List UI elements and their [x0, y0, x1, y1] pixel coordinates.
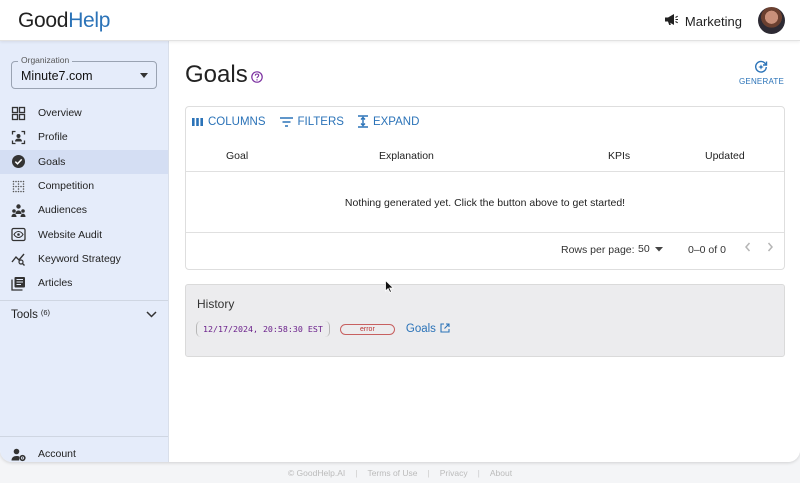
trend-icon: [11, 251, 26, 267]
sidebar: Organization Minute7.com Overview Profil…: [0, 41, 169, 462]
workspace-selector[interactable]: Marketing: [664, 13, 742, 29]
tools-label: Tools: [11, 309, 38, 321]
generate-icon: [755, 60, 768, 73]
help-icon[interactable]: [250, 62, 263, 90]
sidebar-tools-toggle[interactable]: Tools (6): [11, 307, 157, 321]
footer-link-about[interactable]: About: [490, 468, 512, 478]
table-toolbar: COLUMNS FILTERS EXPAND: [192, 115, 419, 128]
profile-icon: [11, 130, 26, 145]
generate-button[interactable]: GENERATE: [739, 60, 785, 86]
next-page-button[interactable]: [765, 241, 775, 256]
rows-per-page-label: Rows per page:: [561, 244, 635, 256]
sidebar-item-articles[interactable]: Articles: [0, 271, 168, 295]
organization-label: Organization: [18, 55, 73, 65]
articles-icon: [11, 276, 26, 291]
grid-icon: [11, 106, 26, 121]
previous-page-button[interactable]: [743, 241, 753, 256]
columns-icon: [192, 117, 203, 127]
dots-grid-icon: [11, 179, 26, 194]
history-title: History: [197, 297, 235, 311]
chevron-down-icon: [146, 309, 157, 321]
account-label: Account: [38, 448, 76, 461]
column-header-goal[interactable]: Goal: [226, 150, 248, 162]
sidebar-item-label: Keyword Strategy: [38, 252, 121, 265]
dropdown-caret-icon: [140, 73, 148, 78]
sidebar-item-label: Overview: [38, 107, 82, 120]
expand-button[interactable]: EXPAND: [357, 115, 420, 128]
main-content: Goals GENERATE COLUMNS FILTERS EXPAND Go…: [170, 41, 800, 462]
sidebar-nav: Overview Profile Goals Competition Audie…: [0, 101, 168, 295]
footer-copyright: © GoodHelp.AI: [287, 467, 346, 478]
footer: © GoodHelp.AI | Terms of Use | Privacy |…: [0, 462, 800, 483]
filters-button[interactable]: FILTERS: [279, 115, 344, 128]
chevron-left-icon: [745, 242, 751, 252]
goals-table: COLUMNS FILTERS EXPAND Goal Explanation …: [185, 106, 785, 270]
organization-value: Minute7.com: [21, 69, 93, 83]
footer-divider: |: [427, 467, 430, 478]
history-goals-link[interactable]: Goals: [405, 322, 450, 336]
sidebar-item-label: Articles: [38, 277, 73, 290]
pagination-range: 0–0 of 0: [688, 244, 726, 256]
table-header: Goal Explanation KPIs Updated: [186, 140, 784, 172]
sidebar-item-profile[interactable]: Profile: [0, 125, 168, 149]
history-timestamp: 12/17/2024, 20:58:30 EST: [196, 321, 330, 337]
history-entry: 12/17/2024, 20:58:30 EST error Goals: [196, 321, 450, 337]
sidebar-divider: [0, 300, 168, 301]
sidebar-item-competition[interactable]: Competition: [0, 174, 168, 198]
sidebar-item-audiences[interactable]: Audiences: [0, 198, 168, 222]
top-bar: GoodHelp Marketing: [0, 0, 800, 41]
account-row[interactable]: Account: [0, 442, 168, 462]
mouse-cursor-icon: [385, 279, 395, 298]
columns-label: COLUMNS: [208, 115, 266, 128]
sidebar-item-label: Profile: [38, 131, 68, 144]
footer-link-terms[interactable]: Terms of Use: [367, 468, 417, 478]
history-link-label: Goals: [405, 323, 436, 335]
footer-divider: |: [355, 467, 358, 478]
page-title: Goals: [185, 61, 263, 90]
account-settings-icon: [11, 447, 26, 462]
external-link-icon: [440, 322, 450, 336]
rows-per-page-value: 50: [638, 243, 650, 255]
user-avatar[interactable]: [758, 7, 785, 34]
sidebar-item-label: Website Audit: [38, 228, 103, 241]
eye-icon: [11, 227, 26, 242]
footer-divider: |: [477, 467, 480, 478]
sidebar-divider: [0, 436, 168, 437]
status-badge: error: [339, 323, 395, 335]
filters-label: FILTERS: [297, 115, 344, 128]
sidebar-item-goals[interactable]: Goals: [0, 149, 168, 174]
rows-per-page-select[interactable]: 50: [638, 243, 663, 255]
sidebar-item-label: Audiences: [38, 204, 88, 217]
tools-count: (6): [40, 307, 51, 317]
chevron-right-icon: [767, 242, 773, 252]
app-window: GoodHelp Marketing Organization Minute7.…: [0, 0, 800, 462]
page-title-text: Goals: [185, 61, 248, 88]
columns-button[interactable]: COLUMNS: [192, 115, 266, 128]
organization-select[interactable]: Organization Minute7.com: [11, 55, 157, 89]
filter-icon: [279, 116, 293, 127]
caret-down-icon: [654, 243, 663, 255]
check-circle-icon: [11, 154, 26, 169]
workspace-label: Marketing: [684, 13, 742, 29]
audiences-icon: [11, 203, 26, 218]
column-header-explanation[interactable]: Explanation: [379, 150, 434, 162]
sidebar-item-website-audit[interactable]: Website Audit: [0, 222, 168, 246]
expand-label: EXPAND: [372, 115, 420, 128]
sidebar-item-label: Goals: [38, 155, 66, 168]
history-panel: History 12/17/2024, 20:58:30 EST error G…: [185, 284, 785, 357]
expand-icon: [357, 115, 368, 128]
sidebar-item-label: Competition: [38, 180, 95, 193]
megaphone-icon: [664, 13, 679, 29]
generate-label: GENERATE: [739, 77, 785, 86]
column-header-updated[interactable]: Updated: [705, 150, 745, 162]
sidebar-item-keyword-strategy[interactable]: Keyword Strategy: [0, 247, 168, 271]
empty-state-message: Nothing generated yet. Click the button …: [186, 173, 784, 233]
sidebar-item-overview[interactable]: Overview: [0, 101, 168, 125]
sidebar-item-account[interactable]: Account: [0, 440, 168, 462]
table-pagination: Rows per page: 50 0–0 of 0: [186, 233, 784, 269]
column-header-kpis[interactable]: KPIs: [608, 150, 630, 162]
goodhelp-logo[interactable]: GoodHelp: [18, 9, 110, 33]
footer-link-privacy[interactable]: Privacy: [440, 468, 468, 478]
